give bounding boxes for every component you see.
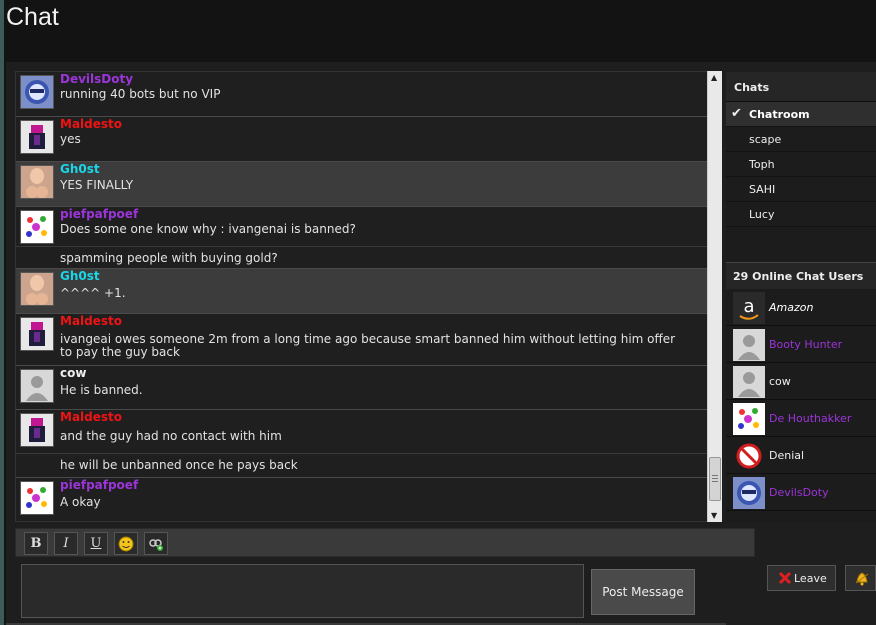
bell-icon [855, 572, 869, 586]
chat-item-label: Chatroom [749, 108, 810, 121]
message-text: Does some one know why : ivangenai is ba… [60, 222, 356, 236]
message-row: DevilsDoty running 40 bots but no VIP [16, 72, 707, 117]
message-row: piefpafpoef Does some one know why : iva… [16, 207, 707, 247]
no-symbol-avatar [733, 440, 765, 472]
grip-line [712, 475, 718, 476]
message-text: and the guy had no contact with him [60, 429, 282, 443]
message-row: Gh0st ^^^^ +1. [16, 269, 707, 314]
chat-item-toph[interactable]: Toph [726, 152, 876, 177]
message-text: ^^^^ +1. [60, 286, 126, 300]
svg-text:a: a [743, 296, 754, 317]
message-text: YES FINALLY [60, 178, 134, 192]
default-avatar [733, 329, 765, 361]
online-users-header: 29 Online Chat Users [726, 262, 876, 289]
link-add-icon [149, 539, 163, 551]
insert-link-button[interactable] [144, 532, 168, 555]
chats-panel: Chats ✔ Chatroom scape Toph SAHI Lucy [726, 72, 876, 262]
user-name: DevilsDoty [769, 486, 829, 499]
user-name: Amazon [769, 301, 814, 314]
user-name: cow [769, 375, 791, 388]
close-icon [778, 571, 792, 585]
piefpafpoef-avatar [733, 403, 765, 435]
message-username[interactable]: cow [60, 366, 86, 380]
user-item[interactable]: Denial [726, 437, 876, 474]
message-row-continuation: he will be unbanned once he pays back [16, 454, 707, 478]
user-name: De Houthakker [769, 412, 852, 425]
format-toolbar: B I U [15, 528, 755, 557]
message-scrollbar[interactable]: ▲ ▼ [707, 71, 722, 522]
gh0st-avatar[interactable] [20, 165, 54, 199]
maldesto-avatar[interactable] [20, 413, 54, 447]
message-username[interactable]: piefpafpoef [60, 207, 138, 221]
notification-button[interactable] [845, 565, 876, 591]
piefpafpoef-avatar[interactable] [20, 210, 54, 244]
chat-item-chatroom[interactable]: ✔ Chatroom [726, 102, 876, 127]
message-text: spamming people with buying gold? [60, 251, 278, 265]
message-row: Maldesto yes [16, 117, 707, 162]
chats-header: Chats [726, 72, 876, 102]
chat-item-lucy[interactable]: Lucy [726, 202, 876, 227]
message-row: Maldesto and the guy had no contact with… [16, 410, 707, 454]
message-row: Gh0st YES FINALLY [16, 162, 707, 207]
chat-item-label: Lucy [749, 208, 775, 221]
check-icon: ✔ [731, 106, 742, 121]
italic-button[interactable]: I [54, 532, 78, 555]
message-row: Maldesto ivangeai owes someone 2m from a… [16, 314, 707, 366]
grip-line [712, 481, 718, 482]
chat-item-label: Toph [749, 158, 775, 171]
chat-item-scape[interactable]: scape [726, 127, 876, 152]
bold-button[interactable]: B [24, 532, 48, 555]
smiley-icon [118, 536, 134, 552]
user-item[interactable]: DevilsDoty [726, 474, 876, 511]
user-item[interactable]: De Houthakker [726, 400, 876, 437]
scroll-down-arrow-icon[interactable]: ▼ [711, 511, 717, 520]
maldesto-avatar[interactable] [20, 120, 54, 154]
user-item[interactable]: cow [726, 363, 876, 400]
message-text: ivangeai owes someone 2m from a long tim… [60, 332, 676, 359]
message-username[interactable]: Maldesto [60, 410, 122, 424]
page-header: Chat [6, 0, 876, 62]
chat-item-sahi[interactable]: SAHI [726, 177, 876, 202]
maldesto-avatar[interactable] [20, 317, 54, 351]
piefpafpoef-avatar[interactable] [20, 481, 54, 515]
message-username[interactable]: Gh0st [60, 162, 100, 176]
message-text: yes [60, 132, 81, 146]
message-list[interactable]: DevilsDoty running 40 bots but no VIP Ma… [15, 71, 708, 522]
scroll-up-arrow-icon[interactable]: ▲ [711, 73, 717, 82]
emoticon-button[interactable] [114, 532, 138, 555]
default-avatar [733, 366, 765, 398]
scroll-thumb[interactable] [709, 457, 721, 501]
online-users-list[interactable]: a Amazon Booty Hunter cow De Houthakker … [726, 289, 876, 522]
message-text: running 40 bots but no VIP [60, 87, 221, 101]
message-text: he will be unbanned once he pays back [60, 458, 298, 472]
devilsdoty-avatar [733, 477, 765, 509]
message-input[interactable] [21, 564, 584, 618]
message-username[interactable]: piefpafpoef [60, 478, 138, 492]
message-text: A okay [60, 495, 101, 509]
underline-button[interactable]: U [84, 532, 108, 555]
gh0st-avatar[interactable] [20, 272, 54, 306]
user-item[interactable]: a Amazon [726, 289, 876, 326]
message-username[interactable]: Maldesto [60, 314, 122, 328]
leave-button[interactable]: Leave [767, 565, 836, 591]
post-message-button[interactable]: Post Message [591, 569, 695, 615]
message-text: He is banned. [60, 383, 143, 397]
devilsdoty-avatar[interactable] [20, 75, 54, 109]
chat-item-label: SAHI [749, 183, 776, 196]
chat-item-label: scape [749, 133, 782, 146]
message-row: cow He is banned. [16, 366, 707, 410]
page-title: Chat [6, 3, 59, 31]
message-username[interactable]: DevilsDoty [60, 72, 133, 86]
amazon-avatar: a [733, 292, 765, 324]
message-username[interactable]: Maldesto [60, 117, 122, 131]
message-username[interactable]: Gh0st [60, 269, 100, 283]
user-item[interactable]: Booty Hunter [726, 326, 876, 363]
message-row: piefpafpoef A okay [16, 478, 707, 521]
grip-line [712, 478, 718, 479]
default-avatar[interactable] [20, 369, 54, 403]
user-name: Booty Hunter [769, 338, 843, 351]
user-name: Denial [769, 449, 805, 462]
leave-label: Leave [794, 572, 827, 585]
message-row-continuation: spamming people with buying gold? [16, 247, 707, 269]
